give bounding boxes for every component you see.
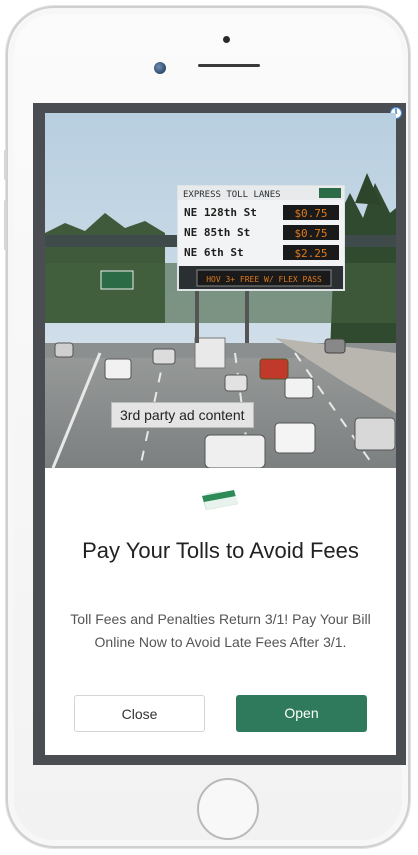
toll-sign: EXPRESS TOLL LANES NE 128th St $0.75 NE 85… — [177, 185, 345, 291]
front-sensor — [223, 36, 230, 43]
toll-sign-footer: HOV 3+ FREE W/ FLEX PASS — [206, 275, 322, 284]
front-camera — [154, 62, 166, 74]
third-party-ad-label: 3rd party ad content — [111, 402, 254, 428]
toll-pass-logo — [202, 490, 238, 510]
toll-sign-price: $0.75 — [294, 227, 327, 240]
screen: i EXPRESS TOLL LANES NE 128th St $0.75 N… — [33, 103, 406, 765]
toll-sign-street: NE 128th St — [184, 206, 257, 219]
toll-sign-street: NE 6th St — [184, 246, 244, 259]
ad-title: Pay Your Tolls to Avoid Fees — [82, 538, 359, 563]
toll-sign-header: EXPRESS TOLL LANES — [183, 190, 281, 200]
open-button[interactable]: Open — [236, 695, 367, 732]
ad-image[interactable]: EXPRESS TOLL LANES NE 128th St $0.75 NE 85… — [45, 113, 396, 468]
home-button[interactable] — [197, 778, 259, 840]
side-button — [4, 200, 7, 250]
toll-sign-price: $2.25 — [294, 247, 327, 260]
ad-card: Pay Your Tolls to Avoid Fees Toll Fees a… — [45, 468, 396, 755]
ad-description: Toll Fees and Penalties Return 3/1! Pay … — [70, 611, 371, 650]
side-button — [4, 150, 7, 180]
close-button[interactable]: Close — [74, 695, 205, 732]
earpiece-speaker — [198, 64, 260, 67]
toll-sign-street: NE 85th St — [184, 226, 250, 239]
toll-sign-price: $0.75 — [294, 207, 327, 220]
